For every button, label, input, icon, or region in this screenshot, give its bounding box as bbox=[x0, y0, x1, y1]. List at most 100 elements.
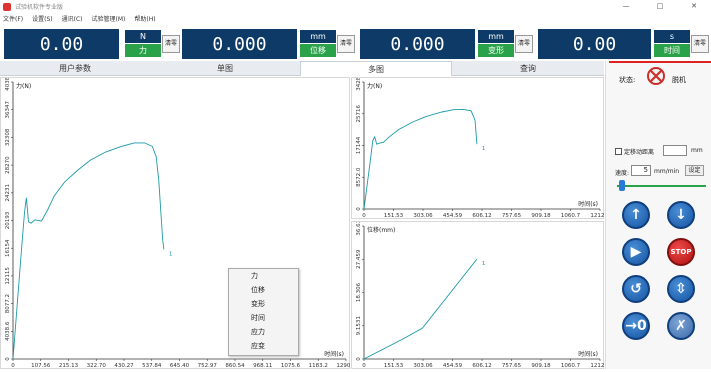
top-right-chart-panel: 0 8572.0 17144 25716 34288 0 151.53 303.06 454.5… bbox=[351, 73, 610, 219]
window-title: 试验机软件专业版 bbox=[15, 4, 64, 11]
x-tick-label: 860.54 bbox=[225, 363, 245, 369]
x-tick-label: 151.53 bbox=[384, 213, 404, 219]
speed-slider-handle[interactable] bbox=[619, 180, 625, 191]
x-tick-label: 645.40 bbox=[170, 363, 190, 369]
x-axis-label: 时间(s) bbox=[578, 350, 598, 358]
force-gauge: 0.00 N 力 清零 bbox=[4, 29, 180, 59]
arrow-down-icon: ↓ bbox=[675, 207, 687, 223]
tab-bar: 用户参数 单图 多图 查询 bbox=[0, 61, 604, 76]
speed-unit: mm/min bbox=[654, 168, 680, 175]
speed-set-button[interactable]: 设定 bbox=[685, 165, 704, 176]
deformation-zero-button[interactable]: 清零 bbox=[515, 35, 533, 53]
move-down-button[interactable]: ↓ bbox=[667, 201, 695, 229]
tab-query[interactable]: 查询 bbox=[452, 61, 604, 76]
tab-multi-chart[interactable]: 多图 bbox=[300, 61, 452, 76]
y-tick-label: 32308 bbox=[5, 128, 11, 146]
y-tick-label: 12115 bbox=[5, 267, 11, 285]
ctx-item-deformation[interactable]: 变形 bbox=[229, 297, 298, 311]
x-tick-label: 757.65 bbox=[502, 363, 522, 369]
ctx-item-strain[interactable]: 应变 bbox=[229, 339, 298, 353]
force-value: 0.00 bbox=[4, 29, 119, 59]
x-tick-label: 606.12 bbox=[472, 213, 491, 219]
offline-icon bbox=[647, 67, 665, 85]
x-tick-label: 303.06 bbox=[413, 213, 433, 219]
y-axis-label: 力(N) bbox=[16, 82, 31, 90]
menu-help[interactable]: 帮助(H) bbox=[134, 14, 155, 23]
series-label: 1 bbox=[169, 251, 173, 257]
x-tick-label: 1183.2 bbox=[309, 363, 328, 369]
stop-button[interactable]: STOP bbox=[667, 238, 695, 266]
x-tick-label: 909.18 bbox=[531, 213, 551, 219]
start-button[interactable]: ▶ bbox=[622, 238, 650, 266]
force-quantity: 力 bbox=[125, 44, 161, 57]
deformation-unit: mm bbox=[478, 30, 514, 43]
y-tick-label: 9.1531 bbox=[356, 316, 362, 335]
y-tick-label: 16154 bbox=[5, 239, 11, 257]
y-tick-label: 0 bbox=[5, 357, 11, 361]
move-up-button[interactable]: ↑ bbox=[622, 201, 650, 229]
ctx-item-time[interactable]: 时间 bbox=[229, 311, 298, 325]
y-axis-label: 力(N) bbox=[367, 82, 382, 90]
ctx-item-displacement[interactable]: 位移 bbox=[229, 283, 298, 297]
x-tick-label: 430.27 bbox=[114, 363, 134, 369]
x-axis-label: 时间(s) bbox=[324, 350, 344, 358]
ctx-item-stress[interactable]: 应力 bbox=[229, 325, 298, 339]
time-unit: s bbox=[654, 30, 690, 43]
y-tick-label: 27.459 bbox=[356, 249, 362, 269]
x-tick-label: 0 bbox=[11, 363, 15, 369]
menu-file[interactable]: 文件(F) bbox=[3, 14, 23, 23]
force-zero-button[interactable]: 清零 bbox=[162, 35, 180, 53]
minimize-button[interactable]: — bbox=[609, 0, 643, 13]
delete-icon: ✗ bbox=[675, 318, 687, 334]
y-tick-label: 0 bbox=[356, 207, 362, 211]
app-icon bbox=[3, 2, 11, 11]
menu-settings[interactable]: 设置(S) bbox=[32, 14, 53, 23]
tab-single-chart[interactable]: 单图 bbox=[150, 61, 300, 76]
time-zero-button[interactable]: 清零 bbox=[691, 35, 709, 53]
deformation-gauge: 0.000 mm 变形 清零 bbox=[360, 29, 533, 59]
y-tick-label: 24231 bbox=[5, 184, 11, 202]
speed-slider-track[interactable] bbox=[617, 185, 706, 187]
menu-test-management[interactable]: 试验管理(M) bbox=[92, 14, 126, 23]
y-tick-label: 0 bbox=[356, 357, 362, 361]
clear-button[interactable]: ✗ bbox=[667, 312, 695, 340]
y-axis-label: 位移(mm) bbox=[367, 226, 395, 234]
x-tick-label: 215.13 bbox=[59, 363, 79, 369]
x-tick-label: 606.12 bbox=[472, 363, 491, 369]
y-tick-label: 40385 bbox=[5, 78, 11, 91]
x-tick-label: 537.84 bbox=[142, 363, 162, 369]
maximize-button[interactable]: □ bbox=[643, 0, 677, 13]
force-time-chart-small: 0 8572.0 17144 25716 34288 0 151.53 303.06 454.5… bbox=[356, 73, 610, 219]
y-tick-label: 17144 bbox=[356, 136, 362, 154]
x-tick-label: 1212.2 bbox=[590, 363, 605, 369]
fixed-move-checkbox[interactable] bbox=[615, 148, 622, 155]
zero-position-button[interactable]: →0 bbox=[622, 312, 650, 340]
x-tick-label: 303.06 bbox=[413, 363, 433, 369]
displacement-unit: mm bbox=[300, 30, 336, 43]
displacement-value: 0.000 bbox=[182, 29, 297, 59]
reset-button[interactable]: ⇳ bbox=[667, 275, 695, 303]
speed-label: 速度: bbox=[615, 170, 630, 177]
axis-context-menu: 力 位移 变形 时间 应力 应变 bbox=[228, 268, 299, 356]
ctx-item-force[interactable]: 力 bbox=[229, 269, 298, 283]
y-tick-label: 4038.6 bbox=[5, 321, 11, 341]
series-line bbox=[363, 258, 478, 360]
fixed-move-input[interactable] bbox=[663, 145, 687, 156]
y-tick-label: 8077.2 bbox=[5, 294, 11, 313]
close-button[interactable]: ✕ bbox=[677, 0, 711, 13]
displacement-zero-button[interactable]: 清零 bbox=[337, 35, 355, 53]
speed-input[interactable]: 5 bbox=[631, 165, 651, 176]
x-tick-label: 454.59 bbox=[443, 213, 463, 219]
menu-bar: 文件(F) 设置(S) 通讯(C) 试验管理(M) 帮助(H) bbox=[0, 13, 711, 24]
return-button[interactable]: ↺ bbox=[622, 275, 650, 303]
tab-user-params[interactable]: 用户参数 bbox=[0, 61, 150, 76]
x-tick-label: 968.11 bbox=[253, 363, 272, 369]
x-tick-label: 1060.7 bbox=[561, 363, 581, 369]
y-tick-label: 25716 bbox=[356, 105, 362, 123]
arrow-up-icon: ↑ bbox=[630, 207, 642, 223]
time-value: 0.00 bbox=[538, 29, 651, 59]
menu-communication[interactable]: 通讯(C) bbox=[62, 14, 83, 23]
series-label: 1 bbox=[482, 146, 486, 152]
y-tick-label: 28270 bbox=[5, 156, 11, 174]
status-label: 状态: bbox=[619, 76, 636, 84]
